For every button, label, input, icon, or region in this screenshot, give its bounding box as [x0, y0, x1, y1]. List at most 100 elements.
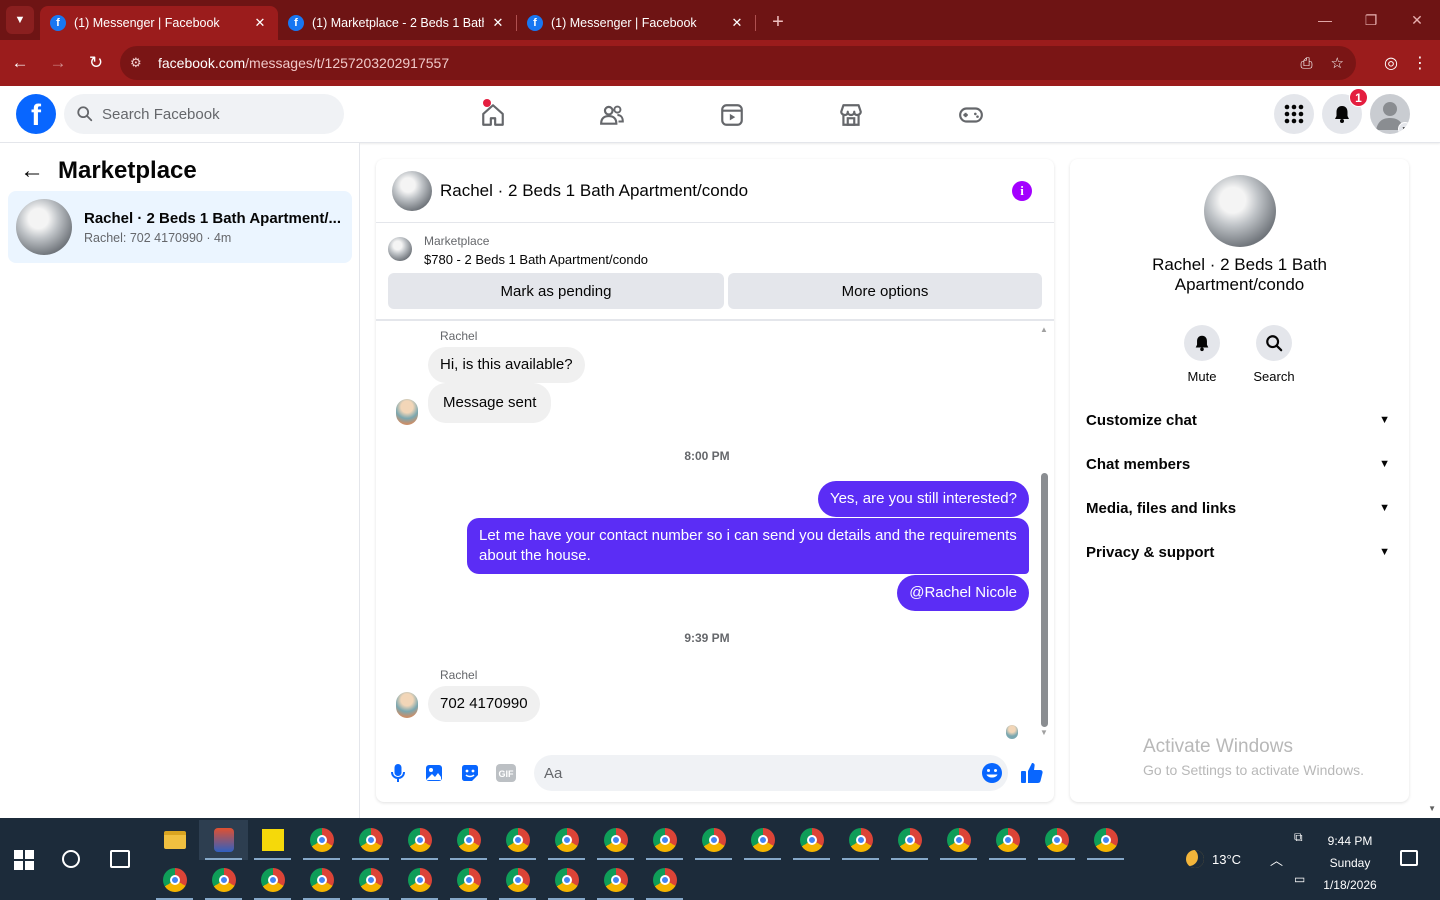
chrome-window[interactable] — [689, 820, 738, 860]
chrome-window[interactable] — [542, 820, 591, 860]
outgoing-mention[interactable]: @Rachel Nicole — [897, 575, 1029, 611]
chrome-window[interactable] — [542, 860, 591, 900]
file-explorer-app[interactable] — [150, 820, 199, 860]
chrome-window[interactable] — [150, 860, 199, 900]
incoming-message[interactable]: 702 4170990 — [428, 686, 540, 722]
menu-button[interactable] — [1274, 94, 1314, 134]
info-icon[interactable]: i — [1012, 181, 1032, 201]
chrome-window[interactable] — [983, 820, 1032, 860]
outgoing-message[interactable]: Let me have your contact number so i can… — [467, 518, 1029, 574]
browser-tab-messenger[interactable]: f (1) Messenger | Facebook ✕ — [40, 6, 278, 40]
chrome-window[interactable] — [346, 860, 395, 900]
chrome-window[interactable] — [199, 860, 248, 900]
chrome-window[interactable] — [395, 860, 444, 900]
chrome-window[interactable] — [640, 860, 689, 900]
search-action[interactable]: Search — [1244, 325, 1304, 384]
search-input[interactable] — [102, 105, 322, 123]
chrome-window[interactable] — [885, 820, 934, 860]
address-bar[interactable]: ⚙ facebook.com/messages/t/12572032029175… — [120, 46, 1356, 80]
scroll-down-icon[interactable]: ▼ — [1040, 728, 1048, 737]
windows-start-icon[interactable] — [14, 850, 34, 870]
browser-menu-icon[interactable]: ⋮ — [1412, 53, 1428, 73]
reload-button[interactable]: ↻ — [78, 45, 114, 81]
section-privacy-support[interactable]: Privacy & support ▼ — [1086, 536, 1396, 568]
forward-button[interactable]: → — [40, 45, 76, 81]
gif-icon[interactable]: GIF — [496, 763, 516, 783]
url-text[interactable]: facebook.com/messages/t/1257203202917557 — [158, 55, 449, 71]
new-tab-button[interactable]: + — [764, 8, 792, 36]
section-customize-chat[interactable]: Customize chat ▼ — [1086, 404, 1396, 436]
chrome-window[interactable] — [738, 820, 787, 860]
account-avatar[interactable]: ▼ — [1370, 94, 1410, 134]
chrome-window[interactable] — [444, 820, 493, 860]
restore-icon[interactable]: ❐ — [1348, 0, 1394, 40]
show-hidden-icons-chevron[interactable]: ︿ — [1270, 850, 1283, 869]
chat-avatar[interactable] — [392, 170, 432, 211]
sticker-icon[interactable] — [460, 763, 480, 783]
chrome-window[interactable] — [493, 820, 542, 860]
site-info-icon[interactable]: ⚙ — [130, 55, 152, 71]
sender-avatar[interactable] — [396, 399, 418, 425]
chrome-window[interactable] — [248, 860, 297, 900]
more-options-button[interactable]: More options — [728, 273, 1042, 309]
chrome-window[interactable] — [934, 820, 983, 860]
page-scroll-down-icon[interactable]: ▼ — [1428, 804, 1436, 813]
chrome-window[interactable] — [444, 860, 493, 900]
chat-title[interactable]: Rachel · 2 Beds 1 Bath Apartment/condo — [440, 181, 748, 201]
tab-search-button[interactable]: ▼ — [6, 6, 34, 34]
browser-tab-messenger-2[interactable]: f (1) Messenger | Facebook ✕ — [517, 6, 755, 40]
install-app-icon[interactable]: ⎙ — [1301, 55, 1313, 72]
taskbar-search-icon[interactable] — [62, 850, 80, 868]
back-button[interactable]: ← — [2, 45, 38, 81]
section-chat-members[interactable]: Chat members ▼ — [1086, 448, 1396, 480]
scroll-thumb[interactable] — [1041, 473, 1048, 727]
nav-home[interactable] — [433, 86, 553, 143]
sticky-notes-app[interactable] — [248, 820, 297, 860]
chrome-window[interactable] — [395, 820, 444, 860]
emoji-icon[interactable] — [981, 762, 1003, 784]
task-view-icon[interactable] — [110, 850, 130, 868]
chrome-window[interactable] — [591, 860, 640, 900]
chrome-window[interactable] — [1032, 820, 1081, 860]
chrome-window[interactable] — [297, 820, 346, 860]
message-scrollbar[interactable]: ▲ ▼ — [1038, 325, 1050, 737]
facebook-search[interactable] — [64, 94, 344, 134]
photo-icon[interactable] — [424, 763, 444, 783]
listing-thumbnail[interactable] — [388, 237, 412, 261]
incoming-message[interactable]: Hi, is this available? — [428, 347, 585, 383]
sender-avatar[interactable] — [396, 692, 418, 718]
minimize-icon[interactable]: — — [1302, 0, 1348, 40]
chrome-window[interactable] — [787, 820, 836, 860]
nav-video[interactable] — [672, 86, 792, 143]
bookmark-star-icon[interactable]: ☆ — [1331, 54, 1344, 72]
mute-action[interactable]: Mute — [1172, 325, 1232, 384]
back-arrow-icon[interactable]: ← — [20, 157, 44, 185]
thumbs-up-icon[interactable] — [1020, 761, 1044, 785]
system-clock[interactable]: 9:44 PM Sunday 1/18/2026 — [1300, 830, 1400, 896]
chrome-window[interactable] — [591, 820, 640, 860]
chrome-window[interactable] — [836, 820, 885, 860]
tool-app[interactable] — [199, 820, 248, 860]
message-input[interactable] — [534, 755, 1008, 791]
mark-as-pending-button[interactable]: Mark as pending — [388, 273, 724, 309]
scroll-up-icon[interactable]: ▲ — [1040, 325, 1048, 334]
action-center-icon[interactable] — [1400, 850, 1418, 866]
chrome-window[interactable] — [346, 820, 395, 860]
chrome-window[interactable] — [1081, 820, 1130, 860]
weather-widget[interactable]: 13°C — [1186, 850, 1241, 868]
incoming-message[interactable]: Message sent — [428, 383, 552, 423]
chrome-window[interactable] — [640, 820, 689, 860]
nav-friends[interactable] — [553, 86, 673, 143]
close-tab-icon[interactable]: ✕ — [490, 15, 506, 31]
profile-thumbnail[interactable] — [1204, 175, 1276, 247]
chrome-window[interactable] — [297, 860, 346, 900]
nav-gaming[interactable] — [911, 86, 1031, 143]
notifications-button[interactable]: 1 — [1322, 88, 1368, 134]
close-tab-icon[interactable]: ✕ — [252, 15, 268, 31]
chrome-window[interactable] — [493, 860, 542, 900]
profile-icon[interactable]: ◎ — [1384, 53, 1398, 73]
nav-marketplace[interactable] — [792, 86, 912, 143]
section-media-files-links[interactable]: Media, files and links ▼ — [1086, 492, 1396, 524]
close-window-icon[interactable]: ✕ — [1394, 0, 1440, 40]
facebook-logo-icon[interactable]: f — [16, 94, 56, 134]
